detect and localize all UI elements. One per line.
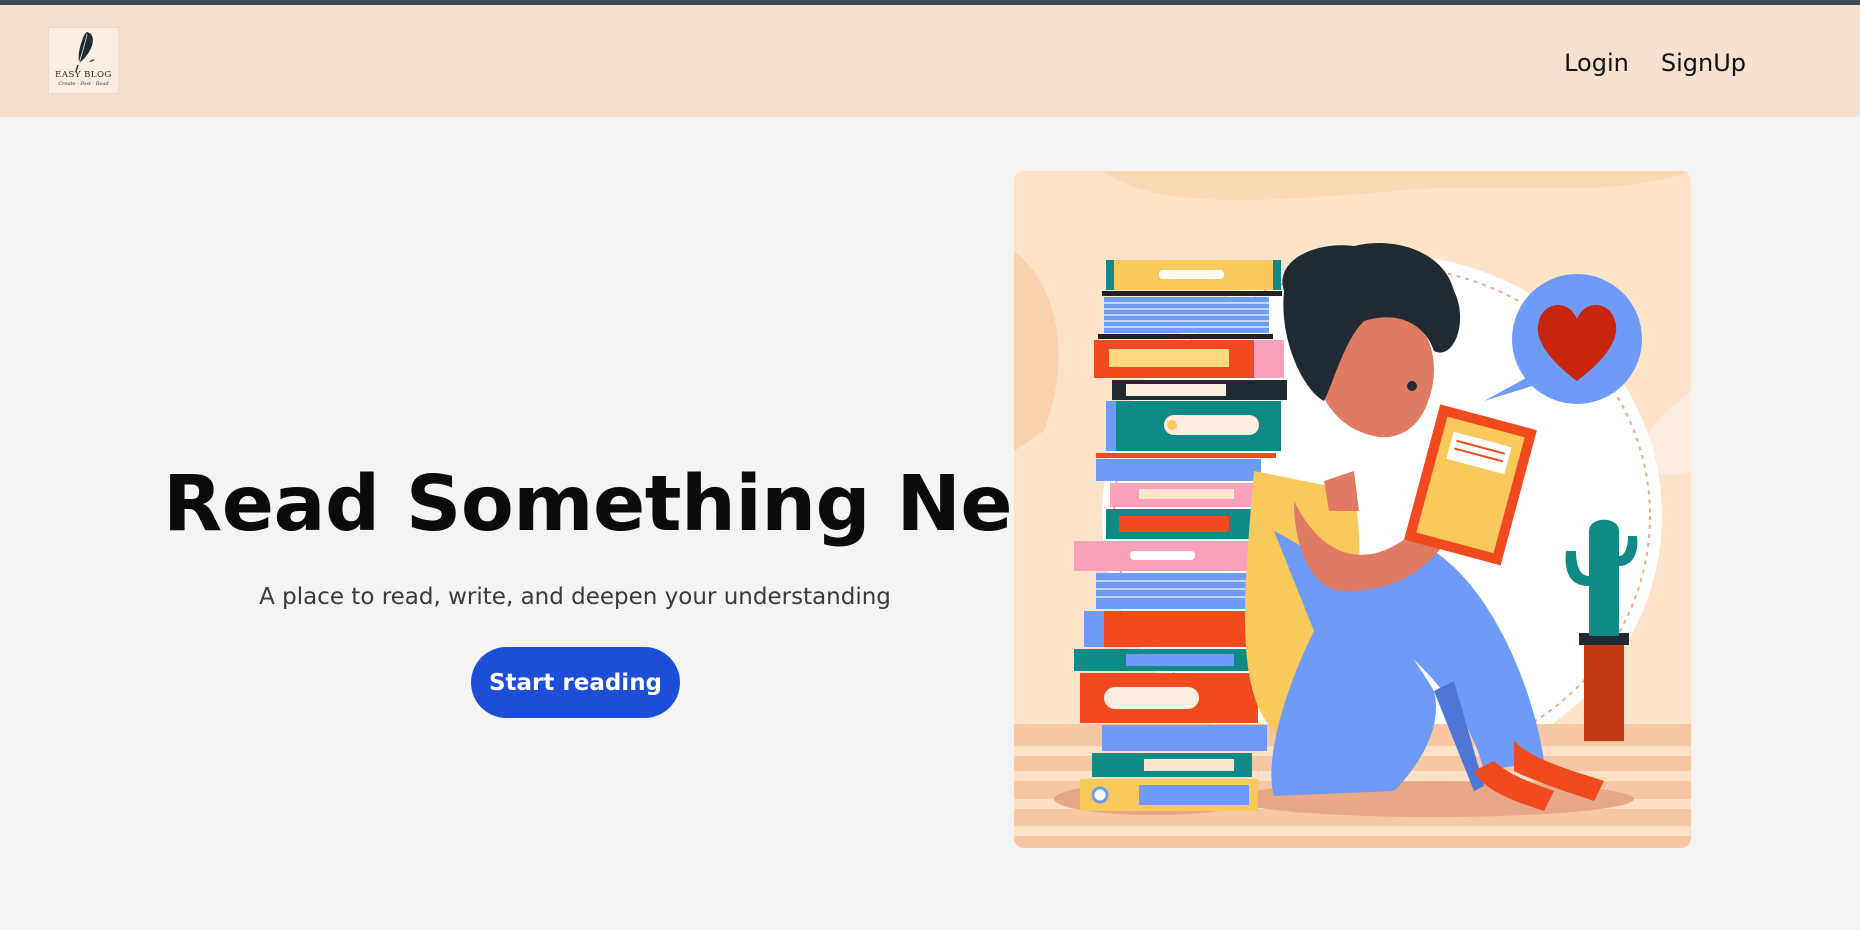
logo-title: EASY BLOG <box>55 70 112 80</box>
hero-subtitle: A place to read, write, and deepen your … <box>259 584 891 610</box>
login-link[interactable]: Login <box>1564 49 1629 77</box>
logo-subtitle: Create · Post · Read <box>58 81 109 87</box>
start-reading-button[interactable]: Start reading <box>471 647 680 718</box>
hero-illustration <box>1014 171 1691 848</box>
signup-link[interactable]: SignUp <box>1661 49 1746 77</box>
brand-logo[interactable]: EASY BLOG Create · Post · Read <box>48 27 119 94</box>
nav-links: Login SignUp <box>1564 49 1746 77</box>
quill-feather-icon <box>75 32 95 72</box>
navbar: EASY BLOG Create · Post · Read Login Sig… <box>0 5 1860 117</box>
hero-title: Read Something New <box>163 460 1083 549</box>
